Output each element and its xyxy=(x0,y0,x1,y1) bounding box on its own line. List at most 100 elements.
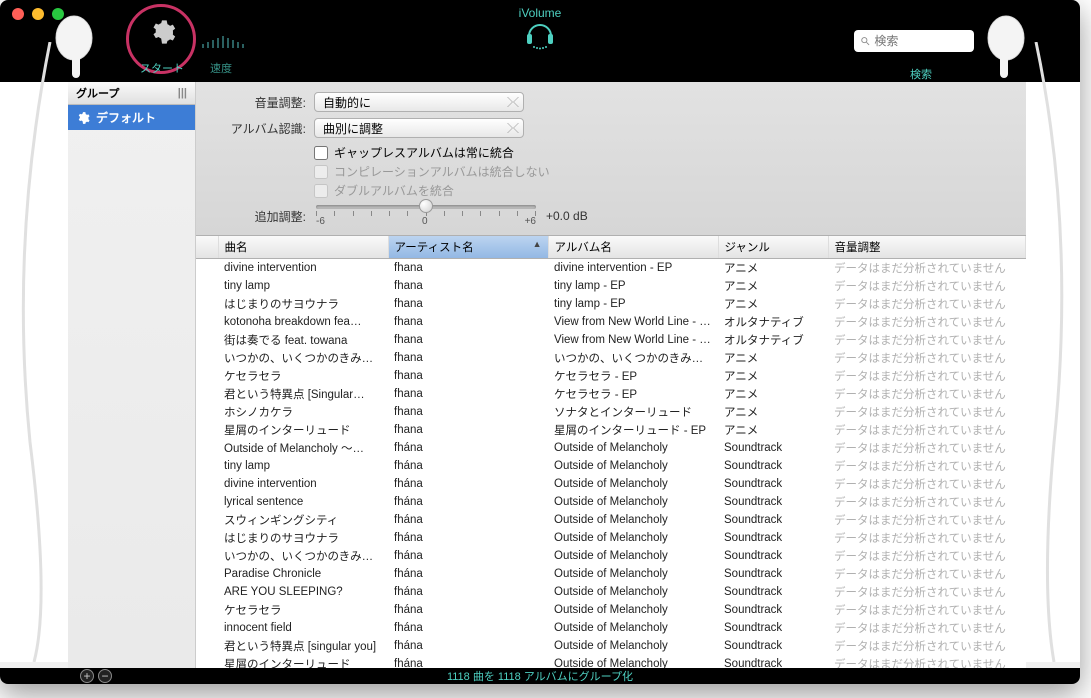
volume-adjust-select[interactable]: 自動的に xyxy=(314,92,524,112)
speed-gauge-icon[interactable] xyxy=(202,36,244,48)
cell-volume-status: データはまだ分析されていません xyxy=(828,277,1026,295)
table-row[interactable]: スウィンギングシティfhánaOutside of MelancholySoun… xyxy=(196,511,1026,529)
slider-knob[interactable] xyxy=(419,199,433,213)
compilation-label: コンピレーションアルバムは統合しない xyxy=(334,163,550,180)
add-group-button[interactable]: + xyxy=(80,669,94,683)
cell-genre: Soundtrack xyxy=(718,439,828,457)
table-row[interactable]: 星屑のインターリュードfhana星屑のインターリュード - EPアニメデータはま… xyxy=(196,421,1026,439)
col-artist[interactable]: アーティスト名▲ xyxy=(388,236,548,259)
double-album-label: ダブルアルバムを統合 xyxy=(334,182,454,199)
cell-album: View from New World Line - EP xyxy=(548,331,718,349)
table-row[interactable]: 街は奏でる feat. towanafhanaView from New Wor… xyxy=(196,331,1026,349)
table-row[interactable]: ホシノカケラfhanaソナタとインターリュードアニメデータはまだ分析されていませ… xyxy=(196,403,1026,421)
cell-artist: fhána xyxy=(388,529,548,547)
table-row[interactable]: tiny lampfhánaOutside of MelancholySound… xyxy=(196,457,1026,475)
settings-panel: 音量調整: 自動的に アルバム認識: 曲別に調整 ギャップレスアルバムは常に統合 xyxy=(196,82,1026,236)
cell-artist: fhana xyxy=(388,295,548,313)
cell-album: Outside of Melancholy xyxy=(548,601,718,619)
start-button[interactable] xyxy=(148,18,176,49)
cell-album: 星屑のインターリュード - EP xyxy=(548,421,718,439)
col-genre[interactable]: ジャンル xyxy=(718,236,828,259)
cell-genre: アニメ xyxy=(718,385,828,403)
table-row[interactable]: divine interventionfhánaOutside of Melan… xyxy=(196,475,1026,493)
cell-volume-status: データはまだ分析されていません xyxy=(828,385,1026,403)
table-row[interactable]: いつかの、いくつかのきみ…fhanaいつかの、いくつかのきみと…アニメデータはま… xyxy=(196,349,1026,367)
sidebar-header-label: グループ xyxy=(76,85,119,101)
close-button[interactable] xyxy=(12,8,24,20)
table-row[interactable]: 君という特異点 [singular you]fhánaOutside of Me… xyxy=(196,637,1026,655)
album-detect-select[interactable]: 曲別に調整 xyxy=(314,118,524,138)
col-album[interactable]: アルバム名 xyxy=(548,236,718,259)
cell-song: lyrical sentence xyxy=(218,493,388,511)
minimize-button[interactable] xyxy=(32,8,44,20)
table-row[interactable]: 君という特異点 [Singular…fhanaケセラセラ - EPアニメデータは… xyxy=(196,385,1026,403)
gapless-checkbox[interactable] xyxy=(314,146,328,160)
cell-volume-status: データはまだ分析されていません xyxy=(828,295,1026,313)
cell-artist: fhána xyxy=(388,475,548,493)
col-volume[interactable]: 音量調整 xyxy=(828,236,1026,259)
cell-song: 街は奏でる feat. towana xyxy=(218,331,388,349)
cell-song: kotonoha breakdown fea… xyxy=(218,313,388,331)
track-table[interactable]: 曲名 アーティスト名▲ アルバム名 ジャンル 音量調整 divine inter… xyxy=(196,236,1026,668)
col-song[interactable]: 曲名 xyxy=(218,236,388,259)
table-row[interactable]: はじまりのサヨウナラfhanatiny lamp - EPアニメデータはまだ分析… xyxy=(196,295,1026,313)
cell-song: はじまりのサヨウナラ xyxy=(218,295,388,313)
cell-volume-status: データはまだ分析されていません xyxy=(828,547,1026,565)
table-row[interactable]: tiny lampfhanatiny lamp - EPアニメデータはまだ分析さ… xyxy=(196,277,1026,295)
cell-album: いつかの、いくつかのきみと… xyxy=(548,349,718,367)
cell-volume-status: データはまだ分析されていません xyxy=(828,529,1026,547)
cell-artist: fhána xyxy=(388,565,548,583)
table-row[interactable]: いつかの、いくつかのきみ…fhánaOutside of MelancholyS… xyxy=(196,547,1026,565)
cell-song: 星屑のインターリュード xyxy=(218,421,388,439)
sidebar-item-default[interactable]: デフォルト xyxy=(68,105,195,130)
col-blank[interactable] xyxy=(196,236,218,259)
table-row[interactable]: ケセラセラfhánaOutside of MelancholySoundtrac… xyxy=(196,601,1026,619)
cell-artist: fhána xyxy=(388,619,548,637)
cell-song: ケセラセラ xyxy=(218,367,388,385)
search-box[interactable] xyxy=(854,30,974,52)
cell-volume-status: データはまだ分析されていません xyxy=(828,313,1026,331)
remove-group-button[interactable]: − xyxy=(98,669,112,683)
table-row[interactable]: ARE YOU SLEEPING?fhánaOutside of Melanch… xyxy=(196,583,1026,601)
status-text: 1118 曲を 1118 アルバムにグループ化 xyxy=(447,668,633,684)
cell-genre: Soundtrack xyxy=(718,475,828,493)
table-row[interactable]: 星屑のインターリュードfhánaOutside of MelancholySou… xyxy=(196,655,1026,668)
cell-genre: アニメ xyxy=(718,403,828,421)
sidebar-grip-icon[interactable]: ||| xyxy=(178,87,187,99)
sidebar-item-label: デフォルト xyxy=(96,109,156,126)
cell-volume-status: データはまだ分析されていません xyxy=(828,421,1026,439)
table-row[interactable]: ケセラセラfhanaケセラセラ - EPアニメデータはまだ分析されていません xyxy=(196,367,1026,385)
cell-volume-status: データはまだ分析されていません xyxy=(828,349,1026,367)
cell-volume-status: データはまだ分析されていません xyxy=(828,655,1026,668)
cell-artist: fhána xyxy=(388,655,548,668)
extra-adjust-slider[interactable]: -6 0 +6 xyxy=(316,205,536,227)
table-row[interactable]: lyrical sentencefhánaOutside of Melancho… xyxy=(196,493,1026,511)
cell-song: Paradise Chronicle xyxy=(218,565,388,583)
table-row[interactable]: はじまりのサヨウナラfhánaOutside of MelancholySoun… xyxy=(196,529,1026,547)
cell-album: Outside of Melancholy xyxy=(548,511,718,529)
table-row[interactable]: divine interventionfhanadivine intervent… xyxy=(196,259,1026,278)
double-album-checkbox xyxy=(314,184,328,198)
cell-album: Outside of Melancholy xyxy=(548,565,718,583)
sort-asc-icon: ▲ xyxy=(533,239,542,249)
table-row[interactable]: innocent fieldfhánaOutside of Melancholy… xyxy=(196,619,1026,637)
sidebar: グループ ||| デフォルト xyxy=(68,82,196,668)
search-input[interactable] xyxy=(874,34,968,48)
cell-album: Outside of Melancholy xyxy=(548,493,718,511)
cell-genre: Soundtrack xyxy=(718,601,828,619)
table-row[interactable]: kotonoha breakdown fea…fhanaView from Ne… xyxy=(196,313,1026,331)
gear-icon xyxy=(148,18,176,46)
cell-artist: fhana xyxy=(388,313,548,331)
cell-song: tiny lamp xyxy=(218,457,388,475)
cell-genre: Soundtrack xyxy=(718,529,828,547)
cell-genre: Soundtrack xyxy=(718,493,828,511)
table-row[interactable]: Paradise ChroniclefhánaOutside of Melanc… xyxy=(196,565,1026,583)
cell-genre: アニメ xyxy=(718,349,828,367)
gapless-label: ギャップレスアルバムは常に統合 xyxy=(334,144,514,161)
cell-artist: fhana xyxy=(388,385,548,403)
cell-album: Outside of Melancholy xyxy=(548,457,718,475)
status-bar: + − 1118 曲を 1118 アルバムにグループ化 xyxy=(0,668,1080,684)
table-row[interactable]: Outside of Melancholy ～…fhánaOutside of … xyxy=(196,439,1026,457)
sidebar-header: グループ ||| xyxy=(68,82,195,105)
cell-artist: fhána xyxy=(388,583,548,601)
